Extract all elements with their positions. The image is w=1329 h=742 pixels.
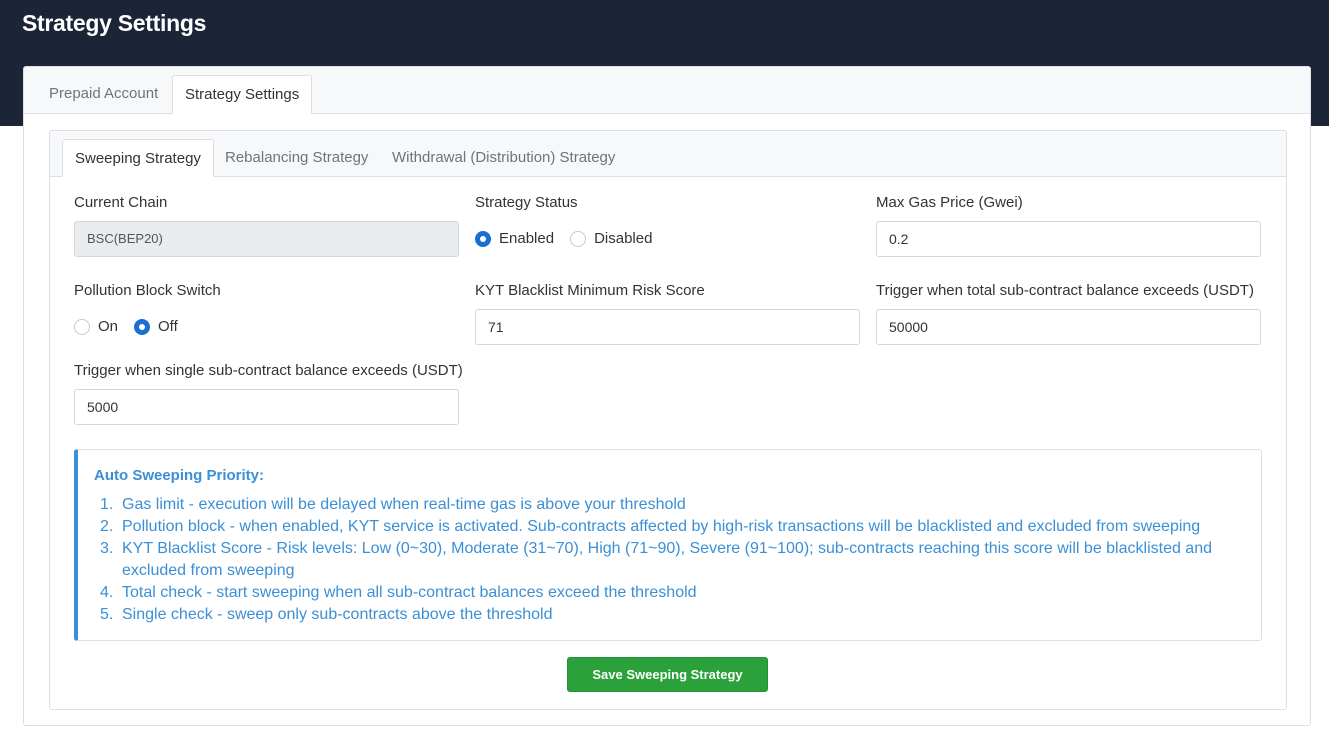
priority-list: 1. Gas limit - execution will be delayed… [100,494,1250,626]
outer-tab-bar: Prepaid Account Strategy Settings [24,67,1310,114]
list-item-number: 2. [100,518,114,535]
list-item-text: KYT Blacklist Score - Risk levels: Low (… [122,540,1212,579]
pollution-on-label: On [98,318,119,335]
tab-prepaid-account[interactable]: Prepaid Account [37,75,170,114]
radio-checked-icon [134,318,151,335]
status-disabled-radio[interactable]: Disabled [570,230,652,247]
status-enabled-radio[interactable]: Enabled [475,230,554,247]
current-chain-field: BSC(BEP20) [74,221,459,257]
radio-unchecked-icon [74,318,90,335]
list-item-text: Gas limit - execution will be delayed wh… [122,496,686,513]
callout-title: Auto Sweeping Priority: [94,467,265,484]
list-item-number: 1. [100,496,114,513]
list-item-text: Pollution block - when enabled, KYT serv… [122,518,1201,535]
pollution-off-radio[interactable]: Off [134,318,178,335]
strategy-card: Sweeping Strategy Rebalancing Strategy W… [49,130,1287,710]
list-item: 2. Pollution block - when enabled, KYT s… [100,516,1250,538]
list-item-number: 3. [100,540,114,557]
pollution-block-label: Pollution Block Switch [74,282,221,299]
strategy-status-label: Strategy Status [475,194,578,211]
current-chain-label: Current Chain [74,194,168,211]
max-gas-price-input[interactable]: 0.2 [876,221,1261,257]
strategy-status-radio-group: Enabled Disabled [475,230,668,247]
status-enabled-label: Enabled [499,230,555,247]
tab-rebalancing-strategy[interactable]: Rebalancing Strategy [213,139,380,177]
list-item-text: Single check - sweep only sub-contracts … [122,606,553,623]
total-trigger-input[interactable]: 50000 [876,309,1261,345]
list-item: 5. Single check - sweep only sub-contrac… [100,604,1250,626]
status-disabled-label: Disabled [594,230,653,247]
radio-unchecked-icon [570,230,587,247]
list-item: 4. Total check - start sweeping when all… [100,582,1250,604]
single-trigger-input[interactable]: 5000 [74,389,459,425]
page-title: Strategy Settings [22,10,207,36]
settings-card: Prepaid Account Strategy Settings Sweepi… [23,66,1311,726]
pollution-block-radio-group: On Off [74,318,194,335]
max-gas-price-label: Max Gas Price (Gwei) [876,194,1023,211]
tab-withdrawal-strategy[interactable]: Withdrawal (Distribution) Strategy [380,139,627,177]
list-item-number: 4. [100,584,114,601]
list-item: 1. Gas limit - execution will be delayed… [100,494,1250,516]
strategy-tab-bar: Sweeping Strategy Rebalancing Strategy W… [50,131,1286,177]
list-item-number: 5. [100,606,114,623]
list-item: 3. KYT Blacklist Score - Risk levels: Lo… [100,538,1250,582]
tab-sweeping-strategy[interactable]: Sweeping Strategy [62,139,214,177]
list-item-text: Total check - start sweeping when all su… [122,584,697,601]
kyt-min-risk-input[interactable]: 71 [475,309,860,345]
total-trigger-label: Trigger when total sub-contract balance … [876,282,1254,299]
pollution-off-label: Off [158,318,178,335]
pollution-on-radio[interactable]: On [74,318,118,335]
tab-strategy-settings[interactable]: Strategy Settings [172,75,313,114]
kyt-min-risk-label: KYT Blacklist Minimum Risk Score [475,282,705,299]
sweeping-priority-callout: Auto Sweeping Priority: 1. Gas limit - e… [74,449,1262,641]
save-sweeping-strategy-button[interactable]: Save Sweeping Strategy [567,657,768,692]
radio-checked-icon [475,230,491,247]
single-trigger-label: Trigger when single sub-contract balance… [74,362,463,379]
